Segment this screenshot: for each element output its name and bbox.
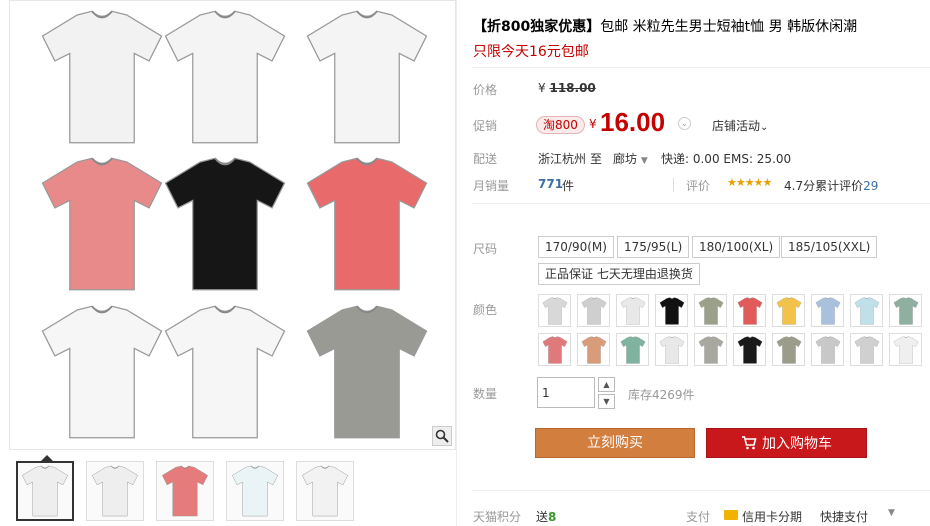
tshirt-image bbox=[305, 301, 429, 443]
pay-label: 支付 bbox=[686, 510, 711, 524]
color-swatch[interactable] bbox=[772, 294, 805, 327]
zoom-icon[interactable] bbox=[432, 426, 452, 446]
thumbnail[interactable] bbox=[156, 461, 214, 521]
sales-label: 月销量 bbox=[473, 179, 510, 193]
credit-card-icon bbox=[724, 510, 738, 520]
review-summary[interactable]: 4.7分累计评价29 bbox=[784, 177, 878, 194]
store-activity-label: 店铺活动 bbox=[712, 119, 761, 133]
quantity-increase-button[interactable]: ▲ bbox=[598, 377, 615, 392]
destination-dropdown[interactable]: 廊坊 ▼ bbox=[613, 150, 648, 167]
thumbnail-strip bbox=[9, 455, 456, 526]
size-label: 尺码 bbox=[473, 242, 498, 256]
tshirt-image bbox=[305, 6, 429, 148]
points-value: 送8 bbox=[536, 508, 556, 525]
points-number: 8 bbox=[548, 510, 557, 524]
footer-divider bbox=[472, 490, 930, 491]
shipping-cost: 快递: 0.00 EMS: 25.00 bbox=[661, 152, 792, 166]
destination-text: 廊坊 bbox=[613, 152, 638, 166]
color-swatch[interactable] bbox=[577, 294, 610, 327]
buy-now-button[interactable]: 立刻购买 bbox=[535, 428, 695, 458]
rating-score: 4.7分 bbox=[784, 179, 816, 193]
separator bbox=[673, 178, 674, 192]
original-price-value: 118.00 bbox=[549, 81, 596, 95]
installment-link[interactable]: 信用卡分期 bbox=[742, 508, 802, 525]
tshirt-image bbox=[163, 153, 287, 295]
product-title: 【折800独家优惠】包邮 米粒先生男士短袖t恤 男 韩版休闲潮 bbox=[473, 16, 857, 36]
promo-label: 促销 bbox=[473, 119, 498, 133]
star-rating-icon: ★★★★★ bbox=[727, 176, 772, 189]
quantity-input[interactable] bbox=[537, 377, 595, 408]
size-option[interactable]: 175/95(L) bbox=[617, 236, 690, 258]
color-swatch[interactable] bbox=[889, 333, 922, 366]
ship-to-word: 至 bbox=[590, 152, 603, 166]
review-label: 评价 bbox=[686, 179, 711, 193]
size-option[interactable]: 180/100(XL) bbox=[692, 236, 781, 258]
chevron-down-icon[interactable]: ⌄ bbox=[678, 117, 691, 130]
tshirt-grid bbox=[20, 1, 450, 449]
current-currency-symbol: ¥ bbox=[589, 117, 597, 131]
add-to-cart-button[interactable]: 加入购物车 bbox=[706, 428, 867, 458]
color-swatch[interactable] bbox=[811, 333, 844, 366]
review-text: 累计评价 bbox=[815, 179, 864, 193]
color-swatch[interactable] bbox=[889, 294, 922, 327]
thumbnail[interactable] bbox=[296, 461, 354, 521]
tshirt-image bbox=[40, 153, 164, 295]
sales-unit: 件 bbox=[562, 179, 575, 193]
thumbnail[interactable] bbox=[226, 461, 284, 521]
color-swatch[interactable] bbox=[811, 294, 844, 327]
color-swatch[interactable] bbox=[655, 294, 688, 327]
color-swatch[interactable] bbox=[733, 294, 766, 327]
points-prefix: 送 bbox=[536, 510, 549, 524]
title-tag: 【折800独家优惠】 bbox=[473, 19, 601, 35]
ship-from: 浙江杭州 bbox=[538, 152, 587, 166]
thumbnail[interactable] bbox=[16, 461, 74, 521]
color-swatch[interactable] bbox=[616, 333, 649, 366]
color-swatch[interactable] bbox=[694, 333, 727, 366]
currency-symbol: ¥ bbox=[538, 81, 546, 95]
guarantee-badge: 正品保证 七天无理由退换货 bbox=[538, 263, 700, 285]
size-option[interactable]: 170/90(M) bbox=[538, 236, 614, 258]
size-option[interactable]: 185/105(XXL) bbox=[781, 236, 878, 258]
tshirt-image bbox=[163, 301, 287, 443]
quantity-label: 数量 bbox=[473, 387, 498, 401]
panel-divider bbox=[456, 0, 457, 526]
color-swatch[interactable] bbox=[850, 333, 883, 366]
tshirt-image bbox=[305, 153, 429, 295]
quantity-decrease-button[interactable]: ▼ bbox=[598, 394, 615, 409]
color-swatch[interactable] bbox=[655, 333, 688, 366]
price-label: 价格 bbox=[473, 83, 498, 97]
store-activity-dropdown[interactable]: 店铺活动⌄ bbox=[712, 117, 768, 134]
promo-tag: 淘800 bbox=[536, 116, 585, 134]
main-product-image[interactable] bbox=[9, 0, 456, 450]
color-swatch[interactable] bbox=[616, 294, 649, 327]
chevron-down-icon: ⌄ bbox=[760, 122, 769, 133]
thumbnail[interactable] bbox=[86, 461, 144, 521]
monthly-sales-count: 771 bbox=[538, 177, 564, 191]
color-swatch[interactable] bbox=[694, 294, 727, 327]
color-swatch[interactable] bbox=[850, 294, 883, 327]
color-label: 颜色 bbox=[473, 303, 498, 317]
tshirt-image bbox=[40, 6, 164, 148]
color-swatch[interactable] bbox=[538, 333, 571, 366]
tshirt-image bbox=[163, 6, 287, 148]
quick-pay-link[interactable]: 快捷支付 bbox=[820, 508, 868, 525]
tshirt-image bbox=[40, 301, 164, 443]
add-to-cart-label: 加入购物车 bbox=[762, 436, 832, 452]
color-swatch[interactable] bbox=[538, 294, 571, 327]
caret-down-icon[interactable]: ▼ bbox=[888, 508, 895, 518]
color-swatch[interactable] bbox=[772, 333, 805, 366]
current-price: 16.00 bbox=[600, 107, 666, 137]
caret-down-icon: ▼ bbox=[640, 156, 648, 166]
shipping-label: 配送 bbox=[473, 152, 498, 166]
stock-count: 库存4269件 bbox=[628, 388, 695, 402]
color-swatch[interactable] bbox=[733, 333, 766, 366]
review-count: 29 bbox=[863, 179, 879, 193]
original-price: ¥ 118.00 bbox=[538, 81, 596, 95]
points-label: 天猫积分 bbox=[473, 510, 522, 524]
title-text: 包邮 米粒先生男士短袖t恤 男 韩版休闲潮 bbox=[600, 19, 858, 35]
color-swatch[interactable] bbox=[577, 333, 610, 366]
product-subtitle: 只限今天16元包邮 bbox=[473, 44, 589, 60]
cart-icon bbox=[742, 436, 757, 450]
active-thumb-indicator bbox=[41, 455, 53, 461]
